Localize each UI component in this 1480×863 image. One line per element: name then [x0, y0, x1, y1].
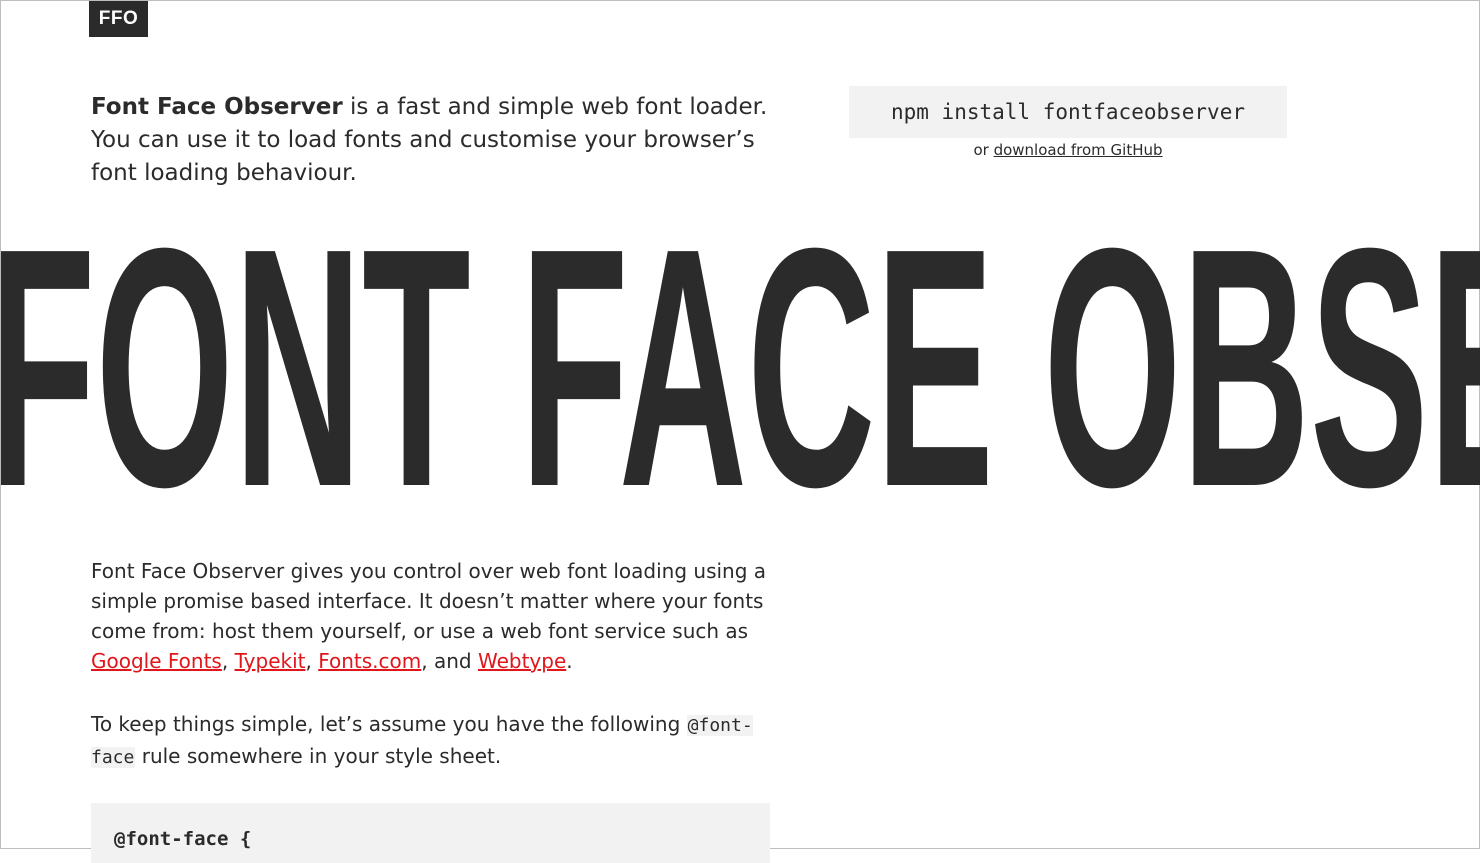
download-prefix: or: [973, 141, 994, 159]
separator: ,: [221, 649, 235, 673]
npm-install-command[interactable]: npm install fontfaceobserver: [849, 86, 1287, 138]
logo[interactable]: FFO: [89, 1, 148, 37]
code-block: @font-face {: [91, 803, 770, 863]
period: .: [566, 649, 573, 673]
intro-product-name: Font Face Observer: [91, 94, 343, 120]
webtype-link[interactable]: Webtype: [478, 649, 566, 673]
assumption-paragraph: To keep things simple, let’s assume you …: [91, 709, 781, 773]
assumption-text-end: rule somewhere in your style sheet.: [135, 744, 502, 768]
typekit-link[interactable]: Typekit: [235, 649, 306, 673]
hero-banner: FONT FACE OBSE: [1, 241, 1480, 496]
separator: ,: [305, 649, 319, 673]
google-fonts-link[interactable]: Google Fonts: [91, 649, 222, 673]
separator: , and: [421, 649, 478, 673]
hero-title: FONT FACE OBSE: [1, 241, 1480, 496]
assumption-text: To keep things simple, let’s assume you …: [91, 712, 687, 736]
hero-svg: FONT FACE OBSE: [1, 241, 1480, 496]
download-line: or download from GitHub: [849, 139, 1287, 161]
fonts-com-link[interactable]: Fonts.com: [318, 649, 421, 673]
intro-text: Font Face Observer is a fast and simple …: [91, 91, 771, 190]
download-github-link[interactable]: download from GitHub: [994, 141, 1163, 159]
description-paragraph: Font Face Observer gives you control ove…: [91, 556, 781, 676]
description-text: Font Face Observer gives you control ove…: [91, 559, 767, 643]
code-line: @font-face {: [114, 828, 252, 850]
